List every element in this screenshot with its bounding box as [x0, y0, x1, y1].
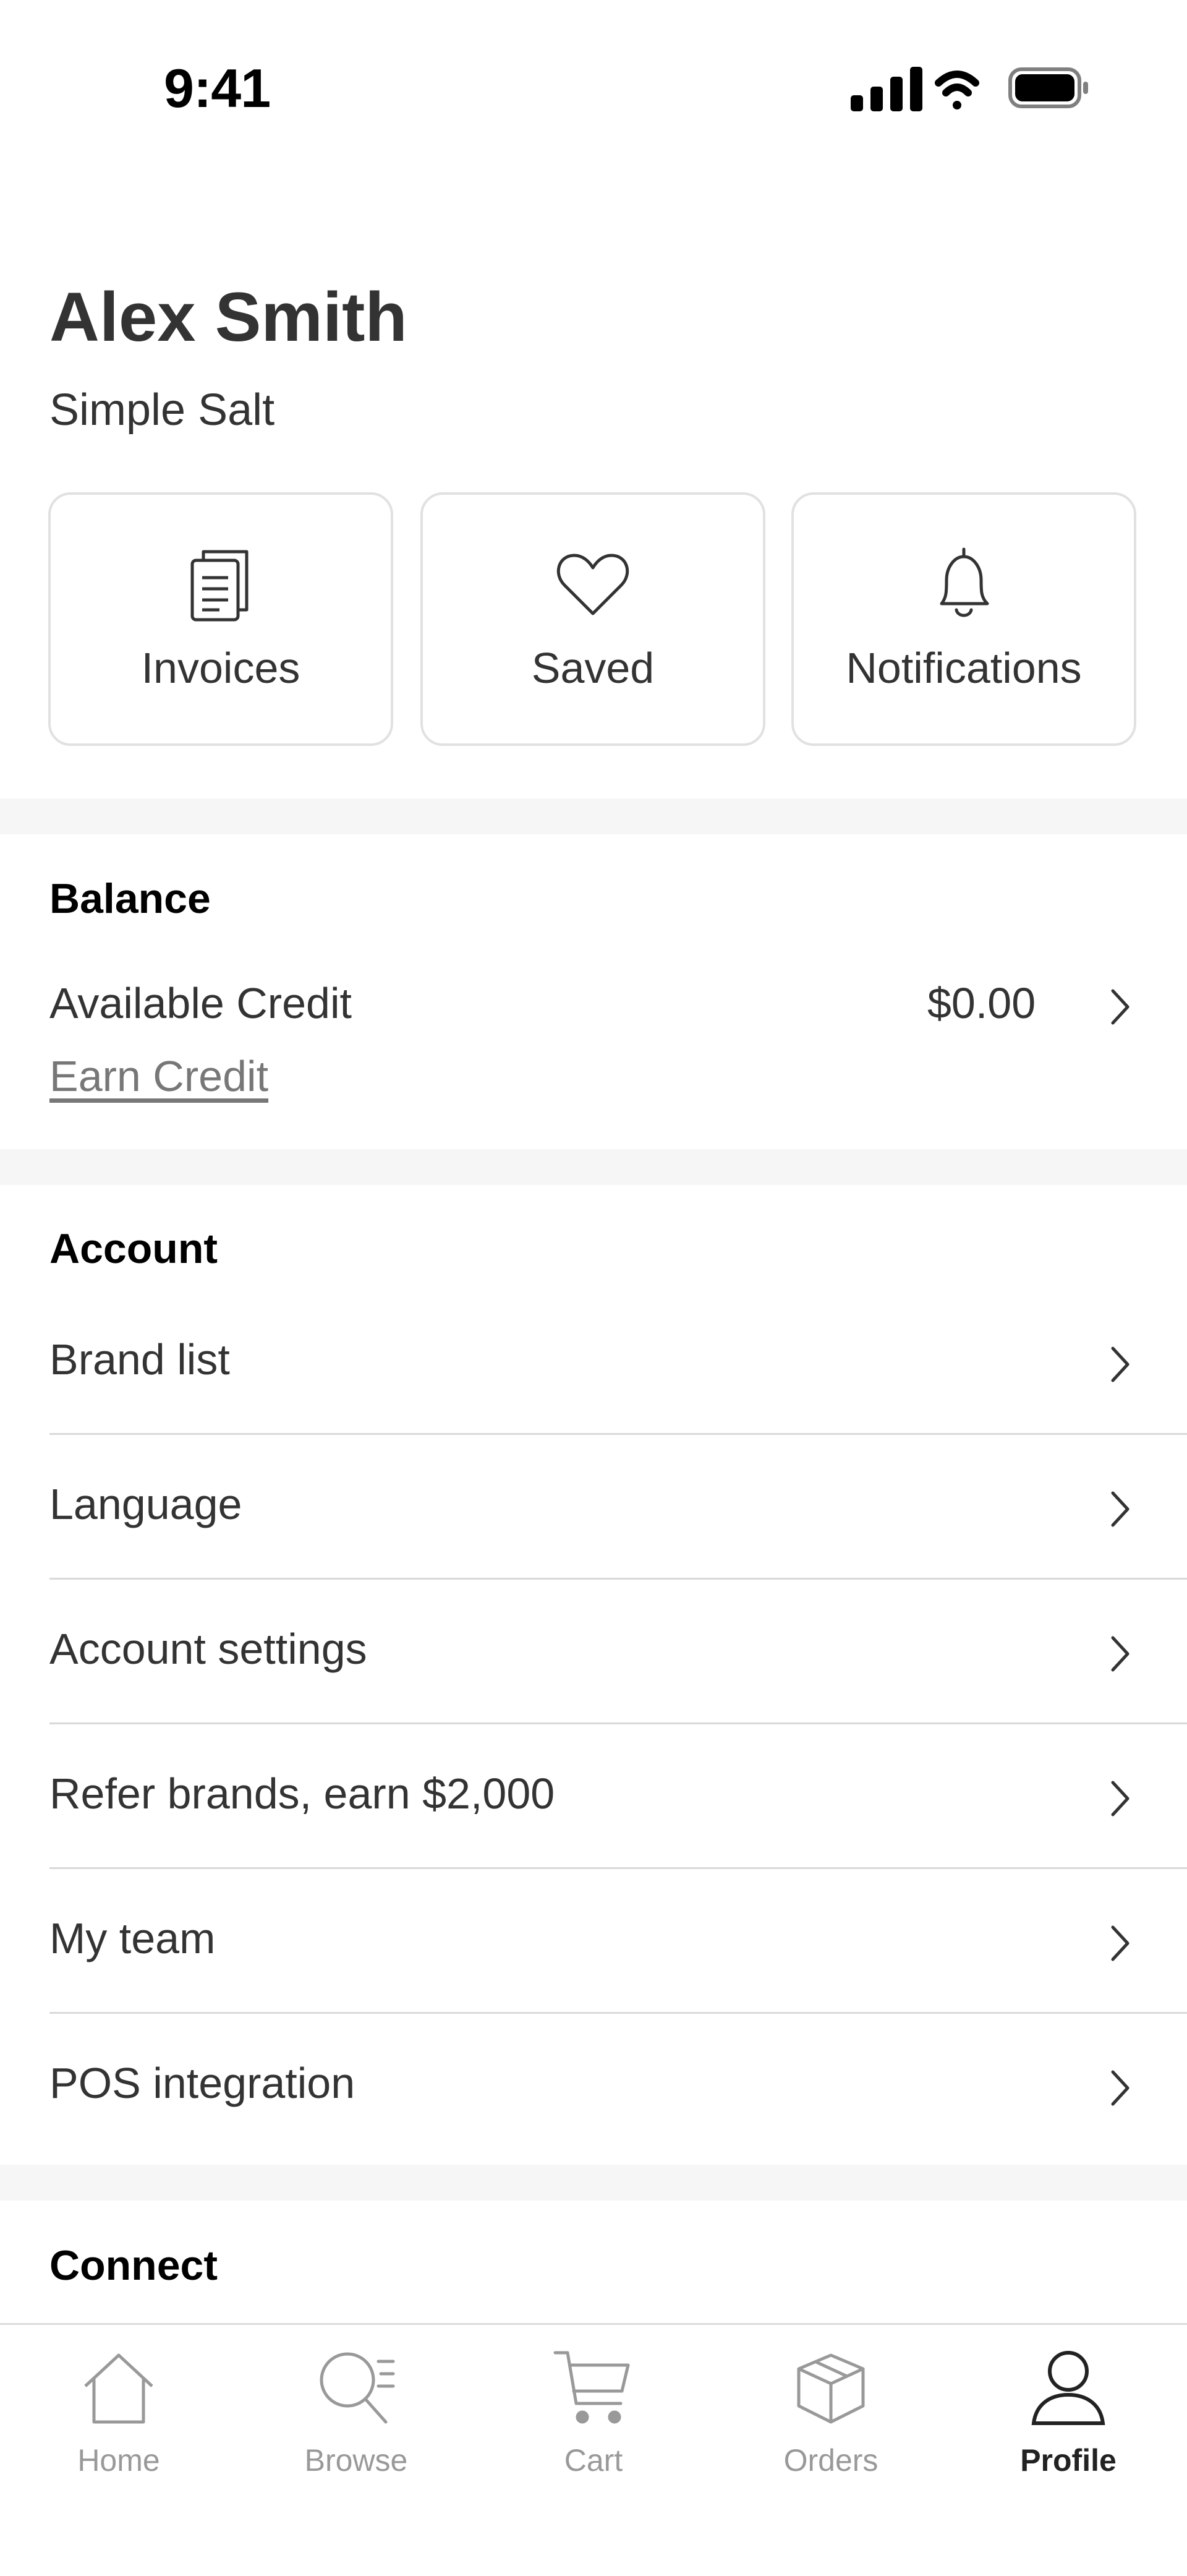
- person-icon: [1031, 2351, 1105, 2425]
- tab-label: Cart: [564, 2443, 623, 2478]
- tab-label: Orders: [783, 2443, 879, 2478]
- section-divider: [0, 1149, 1187, 1185]
- saved-tile[interactable]: Saved: [420, 492, 765, 746]
- tab-label: Browse: [304, 2443, 408, 2478]
- cart-icon: [553, 2351, 630, 2424]
- menu-item-refer-brands[interactable]: Refer brands, earn $2,000: [49, 1724, 1187, 1869]
- wifi-icon: [935, 71, 979, 109]
- user-name: Alex Smith: [49, 278, 407, 356]
- store-name: Simple Salt: [49, 385, 275, 435]
- chevron-right-icon: [1111, 2070, 1130, 2106]
- menu-item-label: Brand list: [49, 1335, 230, 1384]
- bell-icon: [940, 547, 989, 617]
- connect-title: Connect: [49, 2242, 218, 2289]
- tab-label: Home: [77, 2443, 160, 2478]
- section-divider: [0, 2165, 1187, 2201]
- home-icon: [84, 2353, 153, 2424]
- cellular-signal-icon: [851, 67, 922, 111]
- notifications-tile[interactable]: Notifications: [791, 492, 1136, 746]
- status-icons: [851, 67, 1088, 111]
- menu-item-label: My team: [49, 1914, 216, 1962]
- menu-item-label: POS integration: [49, 2059, 355, 2107]
- chevron-right-icon: [1111, 1781, 1130, 1816]
- saved-label: Saved: [531, 644, 655, 692]
- menu-item-label: Refer brands, earn $2,000: [49, 1769, 555, 1818]
- tab-cart[interactable]: Cart: [475, 2325, 712, 2576]
- tab-label: Profile: [1020, 2443, 1117, 2478]
- invoices-tile[interactable]: Invoices: [48, 492, 393, 746]
- balance-title: Balance: [49, 875, 211, 922]
- available-credit-value: $0.00: [927, 979, 1036, 1027]
- notifications-label: Notifications: [846, 644, 1082, 692]
- invoices-label: Invoices: [141, 644, 300, 692]
- chevron-right-icon: [1111, 1491, 1130, 1527]
- chevron-right-icon: [1111, 1346, 1130, 1382]
- tab-browse[interactable]: Browse: [237, 2325, 475, 2576]
- battery-icon: [1008, 67, 1088, 108]
- box-icon: [797, 2353, 865, 2424]
- tab-home[interactable]: Home: [0, 2325, 237, 2576]
- menu-item-my-team[interactable]: My team: [49, 1869, 1187, 2014]
- menu-item-label: Account settings: [49, 1625, 367, 1673]
- menu-item-language[interactable]: Language: [49, 1435, 1187, 1580]
- status-time: 9:41: [164, 58, 271, 119]
- search-icon: [320, 2352, 395, 2424]
- chevron-right-icon: [1111, 1925, 1130, 1961]
- tab-bar: Home Browse Cart Orders Profile: [0, 2323, 1187, 2574]
- available-credit-label: Available Credit: [49, 979, 352, 1027]
- document-icon: [190, 550, 249, 622]
- chevron-right-icon: [1111, 1636, 1130, 1672]
- menu-item-label: Language: [49, 1480, 242, 1528]
- menu-item-pos-integration[interactable]: POS integration: [49, 2014, 1187, 2159]
- tab-orders[interactable]: Orders: [712, 2325, 950, 2576]
- earn-credit-link[interactable]: Earn Credit: [49, 1051, 268, 1101]
- heart-icon: [556, 554, 629, 615]
- menu-item-account-settings[interactable]: Account settings: [49, 1580, 1187, 1724]
- menu-item-brand-list[interactable]: Brand list: [49, 1290, 1187, 1435]
- account-title: Account: [49, 1225, 218, 1272]
- tab-profile[interactable]: Profile: [950, 2325, 1187, 2576]
- section-divider: [0, 798, 1187, 834]
- chevron-right-icon[interactable]: [1108, 987, 1133, 1027]
